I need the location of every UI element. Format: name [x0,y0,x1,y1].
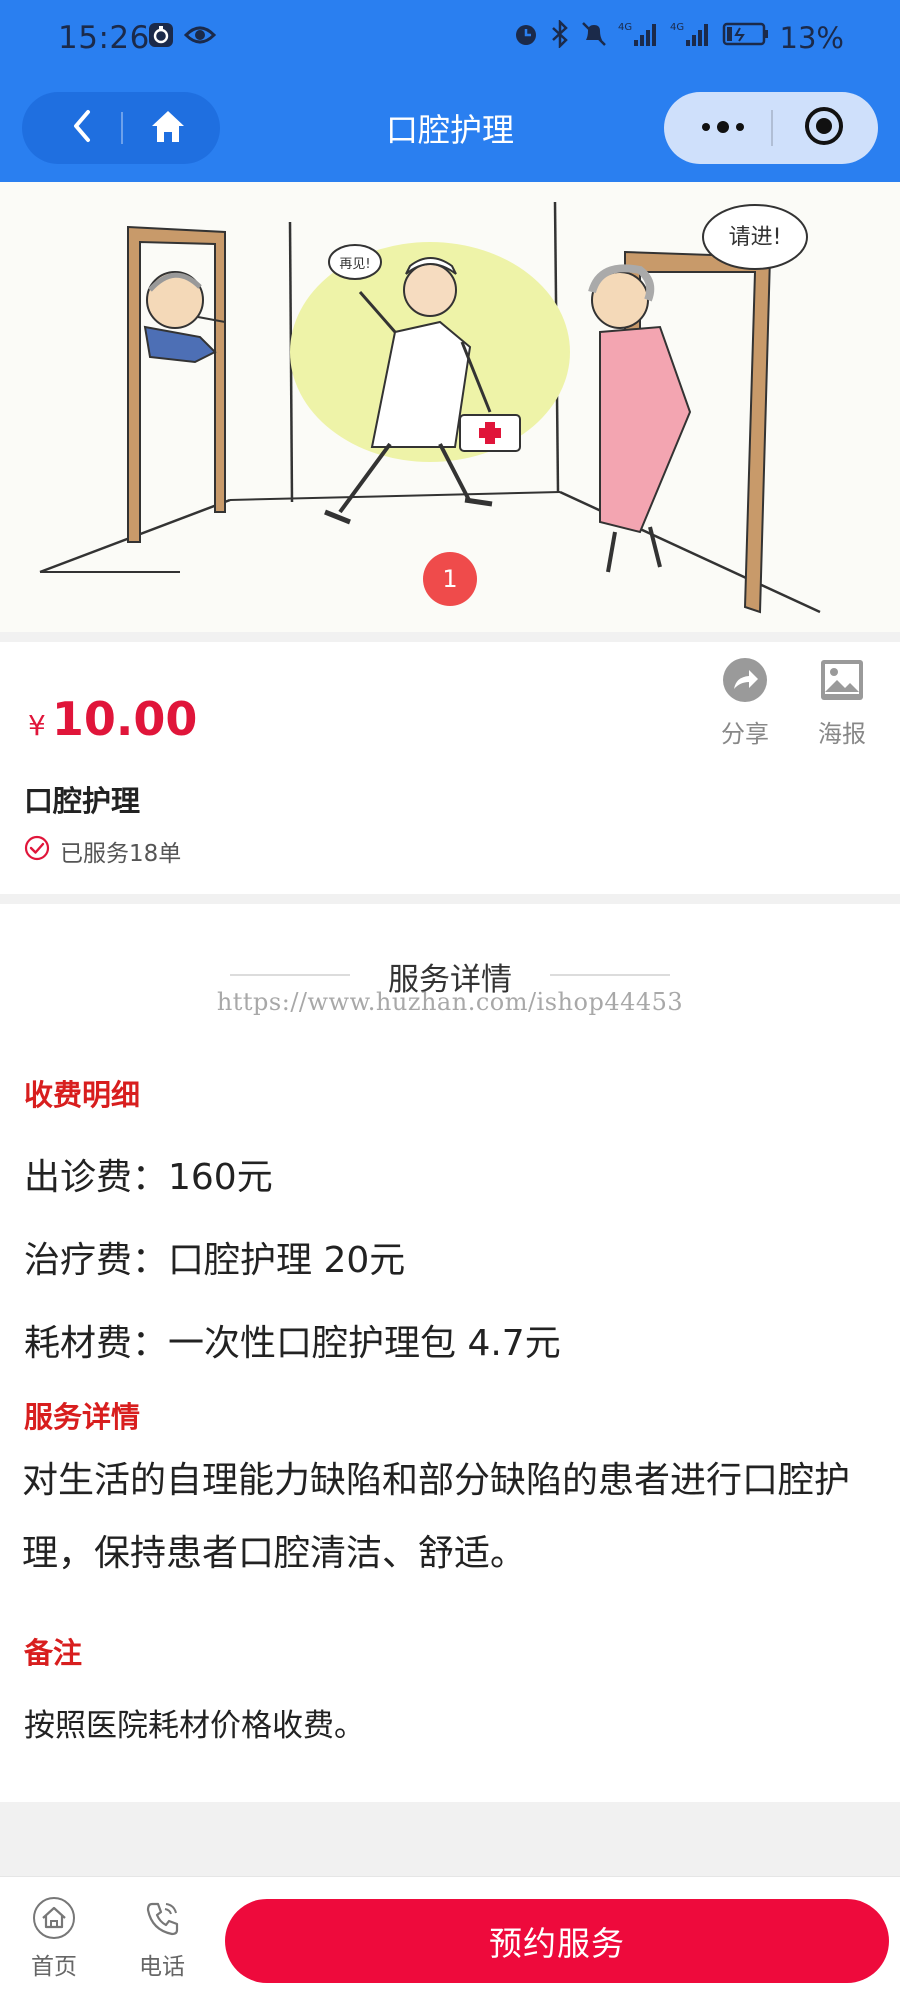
service-detail-section: 服务详情 https://www.huzhan.com/ishop44453 收… [0,904,900,1802]
nav-divider [121,112,123,144]
book-service-button[interactable]: 预约服务 [225,1899,889,1983]
tab-phone-label: 电话 [139,1954,185,1980]
share-label: 分享 [721,720,769,748]
status-right: 4G 4G 13% [512,18,844,55]
home-icon [148,106,188,150]
bluetooth-icon [550,18,570,55]
note-text: 按照医院耗材价格收费。 [24,1708,365,1744]
share-button[interactable]: 分享 [710,656,780,749]
close-miniprogram-button[interactable] [802,106,846,150]
eye-icon [183,23,217,51]
nav-capsule-right [664,92,878,164]
fee-line-visit: 出诊费：160元 [24,1157,273,1198]
app-notification-icon [148,22,174,52]
product-name: 口腔护理 [24,784,141,818]
banner-page-indicator: 1 [423,552,477,606]
home-button[interactable] [144,104,192,152]
chevron-left-icon [70,108,94,148]
alarm-icon [512,20,540,55]
svg-text:4G: 4G [618,22,632,33]
served-text: 已服务18单 [60,841,182,867]
more-dots-icon [700,119,746,138]
phone-icon [139,1895,185,1941]
bottom-bar: 首页 电话 预约服务 [0,1876,900,2001]
status-time: 15:26 [58,20,150,56]
status-left-icons [148,22,217,52]
banner-image[interactable]: 再见! 请进! 1 [0,182,900,632]
battery-icon [722,20,770,55]
share-icon [721,656,769,704]
watermark-url: https://www.huzhan.com/ishop44453 [216,988,684,1016]
divider-line [550,974,670,976]
header: 15:26 4G 4G 13% 口腔护理 [0,0,900,182]
nav-divider [771,110,773,146]
check-circle-icon [24,835,50,867]
speech-left-text: 再见! [339,257,370,272]
signal-4g-icon-2: 4G [670,20,712,55]
back-button[interactable] [60,106,104,150]
desc-title: 服务详情 [24,1400,141,1434]
poster-button[interactable]: 海报 [807,656,877,749]
battery-percentage: 13% [779,20,844,55]
tab-phone[interactable]: 电话 [122,1895,202,1981]
svg-text:4G: 4G [670,22,684,33]
price-value: 10.00 [51,692,198,746]
more-button[interactable] [692,108,754,148]
product-info-card: ¥ 10.00 分享 海报 口腔护理 已服务18单 [0,642,900,894]
nav-capsule-left [22,92,220,164]
price-currency: ¥ [28,709,46,742]
tab-home[interactable]: 首页 [14,1895,94,1981]
poster-label: 海报 [818,720,866,748]
signal-4g-icon: 4G [618,20,660,55]
tab-home-label: 首页 [31,1954,77,1980]
fee-title: 收费明细 [24,1078,141,1112]
home-outline-icon [31,1895,77,1941]
price: ¥ 10.00 [28,692,197,746]
image-icon [818,656,866,704]
note-title: 备注 [24,1636,83,1670]
page-title: 口腔护理 [385,111,514,149]
service-description: 对生活的自理能力缺陷和部分缺陷的患者进行口腔护理，保持患者口腔清洁、舒适。 [22,1460,851,1574]
fee-line-consumables: 耗材费：一次性口腔护理包 4.7元 [24,1323,561,1364]
target-circle-icon [803,105,845,151]
served-count: 已服务18单 [24,834,181,868]
mute-icon [580,20,608,55]
fee-line-treatment: 治疗费：口腔护理 20元 [24,1240,406,1281]
speech-right-text: 请进! [729,225,782,250]
